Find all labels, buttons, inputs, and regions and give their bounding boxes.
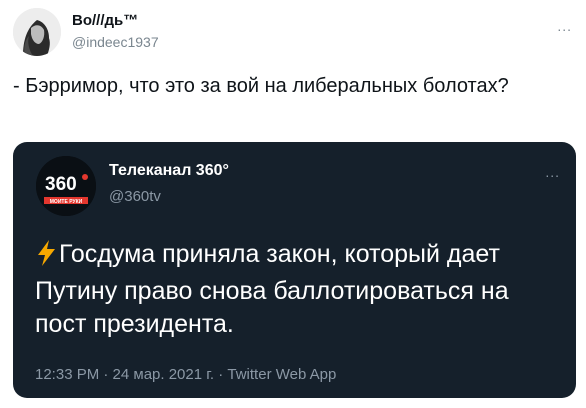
channel-logo-icon: 360 МОИТЕ РУКИ [36,156,96,216]
quoted-tweet-card[interactable]: 360 МОИТЕ РУКИ Телеканал 360° @360tv ...… [13,142,576,398]
author-avatar[interactable] [13,8,61,56]
tweet-text: - Бэрримор, что это за вой на либеральны… [13,75,509,97]
quoted-author-display-name[interactable]: Телеканал 360° [109,162,229,180]
quoted-author-avatar[interactable]: 360 МОИТЕ РУКИ [36,156,96,216]
logo-tagline: МОИТЕ РУКИ [50,199,83,205]
quoted-tweet-text: Госдума приняла закон, который дает Пути… [35,238,565,341]
quoted-more-options-icon[interactable]: ... [545,164,560,180]
quoted-tweet-timestamp[interactable]: 12:33 PM · 24 мар. 2021 г. · Twitter Web… [35,366,336,383]
author-handle[interactable]: @indeec1937 [72,34,159,50]
author-avatar-image [13,8,61,56]
logo-number: 360 [45,174,77,195]
quoted-author-handle[interactable]: @360tv [109,188,161,205]
author-display-name[interactable]: Bo///дь™ [72,12,138,29]
more-options-icon[interactable]: ... [557,18,572,34]
lightning-bolt-icon [35,240,57,275]
quoted-tweet-body: Госдума приняла закон, который дает Пути… [35,240,509,338]
